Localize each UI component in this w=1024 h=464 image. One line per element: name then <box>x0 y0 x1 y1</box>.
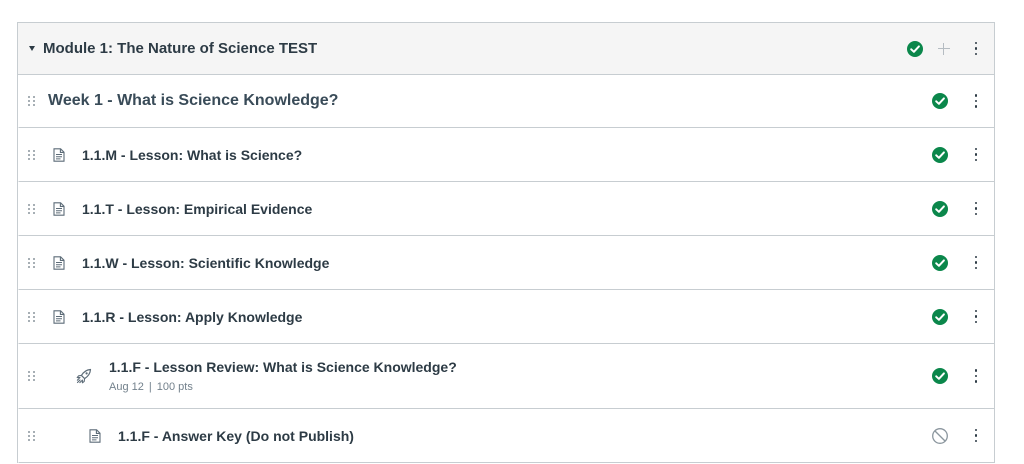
published-check-icon[interactable] <box>931 200 949 218</box>
item-title-link[interactable]: 1.1.W - Lesson: Scientific Knowledge <box>82 255 329 271</box>
module-subheader: Week 1 - What is Science Knowledge? <box>18 75 994 128</box>
drag-handle-icon[interactable] <box>28 257 36 268</box>
published-check-icon[interactable] <box>931 367 949 385</box>
module-item: 1.1.T - Lesson: Empirical Evidence <box>18 182 994 236</box>
published-check-icon[interactable] <box>931 254 949 272</box>
collapse-caret-icon[interactable] <box>29 46 35 51</box>
module-item: 1.1.M - Lesson: What is Science? <box>18 128 994 182</box>
module-item: 1.1.R - Lesson: Apply Knowledge <box>18 290 994 344</box>
row-actions <box>931 146 981 164</box>
context-module: Module 1: The Nature of Science TEST Wee… <box>17 22 995 463</box>
item-title-link[interactable]: 1.1.M - Lesson: What is Science? <box>82 147 302 163</box>
kebab-menu-icon[interactable] <box>972 427 981 445</box>
points: 100 pts <box>156 381 193 393</box>
module-item: 1.1.F - Lesson Review: What is Science K… <box>18 344 994 409</box>
page-icon <box>53 201 65 216</box>
page-icon <box>53 309 65 324</box>
module-header-actions <box>906 40 981 58</box>
row-actions <box>931 427 981 445</box>
page-icon <box>53 255 65 270</box>
row-actions <box>931 308 981 326</box>
subheader-title: Week 1 - What is Science Knowledge? <box>48 92 339 109</box>
kebab-menu-icon[interactable] <box>972 308 981 326</box>
module-item: 1.1.W - Lesson: Scientific Knowledge <box>18 236 994 290</box>
item-details: Aug 12 | 100 pts <box>109 381 457 393</box>
item-title-link[interactable]: 1.1.F - Answer Key (Do not Publish) <box>118 428 354 444</box>
published-check-icon[interactable] <box>931 308 949 326</box>
module-title: Module 1: The Nature of Science TEST <box>43 40 318 57</box>
plus-icon[interactable] <box>937 42 950 55</box>
module-item: 1.1.F - Answer Key (Do not Publish) <box>18 409 994 463</box>
published-check-icon[interactable] <box>931 92 949 110</box>
drag-handle-icon[interactable] <box>28 149 36 160</box>
page-icon <box>89 428 101 443</box>
drag-handle-icon[interactable] <box>28 96 36 106</box>
item-title-link[interactable]: 1.1.T - Lesson: Empirical Evidence <box>82 201 312 217</box>
item-title-link[interactable]: 1.1.F - Lesson Review: What is Science K… <box>109 359 457 375</box>
published-check-icon[interactable] <box>906 40 924 58</box>
drag-handle-icon[interactable] <box>28 311 36 322</box>
item-body: 1.1.F - Lesson Review: What is Science K… <box>109 359 457 393</box>
unpublished-icon[interactable] <box>931 427 949 445</box>
kebab-menu-icon[interactable] <box>972 367 981 385</box>
quiz-rocket-icon <box>76 368 92 384</box>
meta-separator: | <box>148 381 152 393</box>
kebab-menu-icon[interactable] <box>972 200 981 218</box>
drag-handle-icon[interactable] <box>28 203 36 214</box>
published-check-icon[interactable] <box>931 146 949 164</box>
kebab-menu-icon[interactable] <box>972 254 981 272</box>
row-actions <box>931 254 981 272</box>
module-header[interactable]: Module 1: The Nature of Science TEST <box>18 23 994 75</box>
row-actions <box>931 367 981 385</box>
page-icon <box>53 147 65 162</box>
drag-handle-icon[interactable] <box>28 371 36 381</box>
row-actions <box>931 200 981 218</box>
drag-handle-icon[interactable] <box>28 430 36 441</box>
due-date: Aug 12 <box>109 381 144 393</box>
row-actions <box>931 92 981 110</box>
item-title-link[interactable]: 1.1.R - Lesson: Apply Knowledge <box>82 309 302 325</box>
kebab-menu-icon[interactable] <box>972 92 981 110</box>
kebab-menu-icon[interactable] <box>972 146 981 164</box>
kebab-menu-icon[interactable] <box>972 40 981 58</box>
